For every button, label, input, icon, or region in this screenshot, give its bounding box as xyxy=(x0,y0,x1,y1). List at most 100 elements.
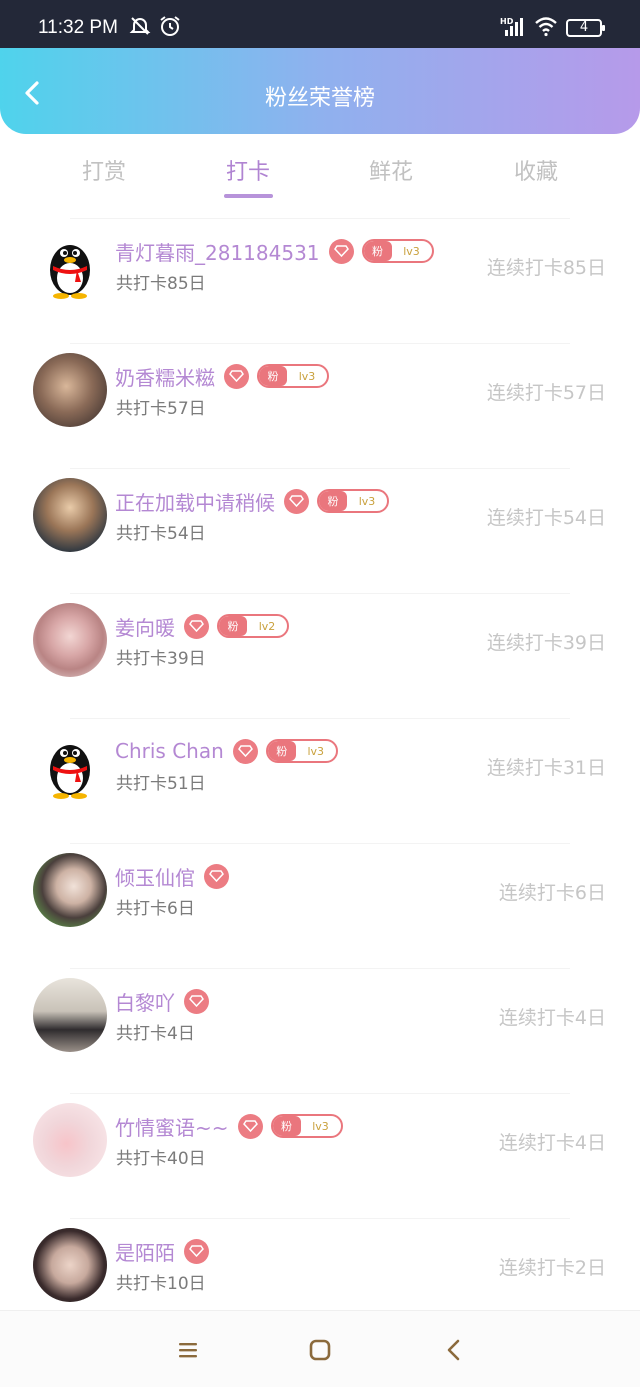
name-line: 青灯暮雨_281184531 粉 lv3 xyxy=(115,236,434,266)
tab-checkin[interactable]: 打卡 xyxy=(198,154,298,186)
diamond-icon xyxy=(184,613,209,639)
fan-level: lv3 xyxy=(358,494,376,508)
user-name[interactable]: 是陌陌 xyxy=(115,1237,175,1266)
fan-level-badge: 粉 lv3 xyxy=(270,1114,343,1138)
list-item[interactable]: 竹情蜜语~~ 粉 lv3 共打卡40日 连续打卡4日 xyxy=(0,1085,640,1210)
name-line: Chris Chan 粉 lv3 xyxy=(115,736,338,766)
qq-penguin-icon xyxy=(50,245,90,299)
list-item[interactable]: 正在加载中请稍候 粉 lv3 共打卡54日 连续打卡54日 xyxy=(0,460,640,585)
user-name[interactable]: 竹情蜜语~~ xyxy=(115,1112,229,1141)
streak-checkin: 连续打卡57日 xyxy=(486,382,606,404)
name-line: 白黎吖 xyxy=(115,986,209,1016)
avatar[interactable] xyxy=(33,603,107,677)
menu-icon[interactable] xyxy=(175,1337,201,1363)
list-item[interactable]: 白黎吖 共打卡4日 连续打卡4日 xyxy=(0,960,640,1085)
avatar[interactable] xyxy=(33,353,107,427)
avatar[interactable] xyxy=(33,1103,107,1177)
row-divider xyxy=(70,1093,570,1094)
streak-checkin: 连续打卡39日 xyxy=(486,632,606,654)
name-line: 是陌陌 xyxy=(115,1236,209,1266)
fan-level-badge: 粉 lv2 xyxy=(217,614,289,638)
user-name[interactable]: 倾玉仙倌 xyxy=(115,862,195,891)
page-title: 粉丝荣誉榜 xyxy=(264,86,375,111)
fan-level: lv3 xyxy=(307,744,325,758)
total-checkin: 共打卡54日 xyxy=(116,524,206,544)
fan-level-badge: 粉 lv3 xyxy=(361,239,434,263)
tab-bar: 打赏 打卡 鲜花 收藏 xyxy=(0,134,640,206)
signal-icon xyxy=(505,18,523,36)
user-name[interactable]: 正在加载中请稍候 xyxy=(115,487,275,516)
streak-checkin: 连续打卡54日 xyxy=(486,507,606,529)
name-line: 竹情蜜语~~ 粉 lv3 xyxy=(115,1111,343,1141)
diamond-icon xyxy=(184,988,209,1014)
fan-level: lv2 xyxy=(258,619,276,633)
fan-label: 粉 xyxy=(267,741,296,761)
fan-level-badge: 粉 lv3 xyxy=(257,364,329,388)
home-icon[interactable] xyxy=(307,1337,333,1363)
back-icon[interactable] xyxy=(441,1337,467,1363)
name-line: 倾玉仙倌 xyxy=(115,861,229,891)
total-checkin: 共打卡85日 xyxy=(116,274,206,294)
fan-level: lv3 xyxy=(312,1119,329,1133)
system-nav-bar xyxy=(0,1310,640,1387)
total-checkin: 共打卡40日 xyxy=(116,1149,206,1169)
qq-penguin-icon xyxy=(50,745,90,799)
fan-label: 粉 xyxy=(219,616,247,636)
diamond-icon xyxy=(204,863,229,889)
battery-icon: 4 xyxy=(566,19,605,37)
row-divider xyxy=(70,468,570,469)
row-divider xyxy=(70,343,570,344)
streak-checkin: 连续打卡4日 xyxy=(498,1007,606,1029)
status-time: 11:32 PM xyxy=(38,17,118,38)
name-line: 奶香糯米糍 粉 lv3 xyxy=(115,361,329,391)
total-checkin: 共打卡57日 xyxy=(116,399,206,419)
user-name[interactable]: 青灯暮雨_281184531 xyxy=(115,237,320,266)
avatar[interactable] xyxy=(33,228,107,302)
avatar[interactable] xyxy=(33,853,107,927)
diamond-icon xyxy=(237,1113,263,1139)
total-checkin: 共打卡51日 xyxy=(116,774,206,794)
tab-reward[interactable]: 打赏 xyxy=(54,154,154,186)
row-divider xyxy=(70,218,570,219)
status-bar: 11:32 PM HD 4 xyxy=(0,0,640,48)
total-checkin: 共打卡10日 xyxy=(116,1274,206,1294)
streak-checkin: 连续打卡4日 xyxy=(498,1132,606,1154)
row-divider xyxy=(70,593,570,594)
user-name[interactable]: Chris Chan xyxy=(115,739,224,763)
fan-level-badge: 粉 lv3 xyxy=(317,489,389,513)
streak-checkin: 连续打卡2日 xyxy=(498,1257,606,1279)
list-item[interactable]: Chris Chan 粉 lv3 共打卡51日 连续打卡31日 xyxy=(0,710,640,835)
alarm-icon xyxy=(160,16,180,36)
diamond-icon xyxy=(224,363,249,389)
fan-label: 粉 xyxy=(259,366,287,386)
avatar[interactable] xyxy=(33,978,107,1052)
avatar[interactable] xyxy=(33,1228,107,1302)
streak-checkin: 连续打卡31日 xyxy=(486,757,606,779)
row-divider xyxy=(70,1218,570,1219)
total-checkin: 共打卡4日 xyxy=(116,1024,195,1044)
user-name[interactable]: 奶香糯米糍 xyxy=(115,362,215,391)
fan-label: 粉 xyxy=(363,241,392,261)
name-line: 姜向暖 粉 lv2 xyxy=(115,611,289,641)
tab-favorites[interactable]: 收藏 xyxy=(486,154,586,186)
avatar[interactable] xyxy=(33,478,107,552)
diamond-icon xyxy=(184,1238,209,1264)
list-item[interactable]: 姜向暖 粉 lv2 共打卡39日 连续打卡39日 xyxy=(0,585,640,710)
name-line: 正在加载中请稍候 粉 lv3 xyxy=(115,486,389,516)
tab-flowers[interactable]: 鲜花 xyxy=(341,154,441,186)
bell-muted-icon xyxy=(129,17,151,35)
user-name[interactable]: 白黎吖 xyxy=(115,987,175,1016)
avatar[interactable] xyxy=(33,728,107,802)
user-name[interactable]: 姜向暖 xyxy=(115,612,175,641)
total-checkin: 共打卡39日 xyxy=(116,649,206,669)
row-divider xyxy=(70,718,570,719)
streak-checkin: 连续打卡6日 xyxy=(498,882,606,904)
row-divider xyxy=(70,843,570,844)
list-item[interactable]: 青灯暮雨_281184531 粉 lv3 共打卡85日 连续打卡85日 xyxy=(0,210,640,335)
list-item[interactable]: 奶香糯米糍 粉 lv3 共打卡57日 连续打卡57日 xyxy=(0,335,640,460)
fan-label: 粉 xyxy=(272,1116,301,1136)
total-checkin: 共打卡6日 xyxy=(116,899,195,919)
diamond-icon xyxy=(232,738,258,764)
fan-level: lv3 xyxy=(298,369,316,383)
list-item[interactable]: 倾玉仙倌 共打卡6日 连续打卡6日 xyxy=(0,835,640,960)
